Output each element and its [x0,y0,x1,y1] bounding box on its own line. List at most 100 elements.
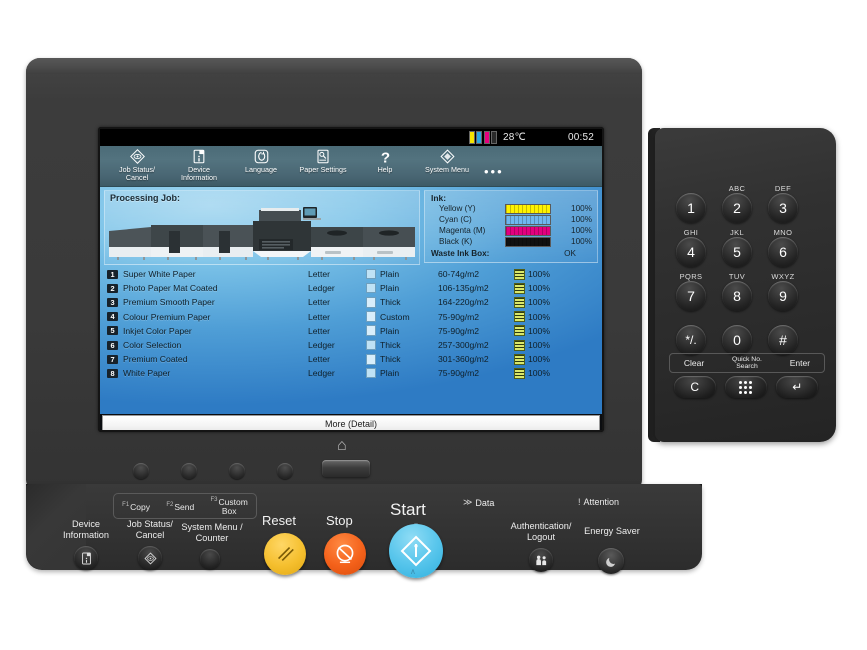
paper-type: Plain [380,269,400,280]
energy-saver-label: Energy Saver [584,526,640,536]
paper-level: 100% [528,340,550,351]
keypad-key-4[interactable]: GHI 4 [673,228,709,267]
keypad-key-8[interactable]: TUV 8 [719,272,755,311]
paper-name: Photo Paper Mat Coated [123,283,218,294]
toolbar-item-system-menu[interactable]: System Menu [416,146,478,174]
device-information-button[interactable] [74,546,98,570]
soft-key-4[interactable] [277,463,293,479]
keypad-key-0[interactable]: 0 [719,316,755,355]
soft-key-1[interactable] [133,463,149,479]
attention-indicator: ! Attention [578,497,620,507]
home-button[interactable] [322,460,370,477]
quick-no-search-label: Quick No. Search [732,355,762,370]
key-digit: 6 [768,237,798,267]
row-index: 5 [107,326,118,336]
start-button[interactable] [389,524,443,578]
enter-key[interactable]: ↵ [776,376,819,398]
paper-type-icon [366,340,376,351]
paper-type-icon [366,325,376,337]
ink-name: Cyan (C) [439,215,472,224]
paper-type-cell: Plain [366,325,438,337]
quick-search-grid-icon[interactable] [724,376,767,398]
paper-level-cell: 100% [514,268,550,280]
paper-name: White Paper [123,368,171,379]
keypad-key-7[interactable]: PQRS 7 [673,272,709,311]
toolbar-label: Job Status/ Cancel [119,165,155,183]
more-detail-button[interactable]: More (Detail) [102,415,600,430]
toolbar-item-paper-settings[interactable]: Paper Settings [292,146,354,174]
table-row[interactable]: 8 White Paper Ledger Plain 75-90g/m2 100… [104,366,598,380]
key-digit: 8 [722,281,752,311]
system-menu-counter-chin-label: System Menu / Counter [181,522,243,543]
paper-size: Ledger [308,283,335,294]
toolbar-item-language[interactable]: Language [230,146,292,174]
keypad-key-9[interactable]: WXYZ 9 [765,272,801,311]
paper-level: 100% [528,325,550,336]
screen-main-content: Processing Job: Ink: Yellow (Y) 100% Cya… [100,187,602,414]
table-row[interactable]: 6 Color Selection Ledger Thick 257-300g/… [104,338,598,352]
function-key-custom-box[interactable]: F3Custom Box [211,496,248,516]
table-row[interactable]: 2 Photo Paper Mat Coated Ledger Plain 10… [104,281,598,295]
paper-type: Thick [380,297,401,308]
table-row[interactable]: 1 Super White Paper Letter Plain 60-74g/… [104,267,598,281]
table-row[interactable]: 7 Premium Coated Letter Thick 301-360g/m… [104,352,598,366]
soft-key-3[interactable] [229,463,245,479]
row-index: 1 [107,269,118,279]
authentication-logout-button[interactable] [529,548,553,572]
toolbar-label: Language [245,165,277,174]
language-globe-icon [254,148,269,165]
key-letters: ABC [728,184,746,193]
system-menu-counter-button[interactable] [200,549,220,569]
toolbar-item-job-status[interactable]: Job Status/ Cancel [106,146,168,182]
job-status-cancel-button[interactable] [138,546,162,570]
toolbar-item-device-information[interactable]: Device Information [168,146,230,182]
soft-key-2[interactable] [181,463,197,479]
home-icon: ⌂ [337,437,347,454]
paper-weight: 301-360g/m2 [438,354,489,365]
energy-saver-button[interactable] [598,548,624,574]
top-toolbar: Job Status/ Cancel Device Information La… [100,146,602,187]
paper-size: Letter [308,297,330,308]
paper-level-icon [514,339,525,351]
paper-type: Plain [380,283,400,294]
keypad-bottom-keys: C ↵ [669,376,823,398]
toolbar-overflow-button[interactable]: ••• [484,164,504,179]
paper-name: Colour Premium Paper [123,311,211,322]
table-row[interactable]: 3 Premium Smooth Paper Letter Thick 164-… [104,295,598,309]
toolbar-item-help[interactable]: ? Help [354,146,416,174]
keypad-key-asterisk[interactable]: */. [673,316,709,355]
table-row[interactable]: 4 Colour Premium Paper Letter Custom 75-… [104,310,598,324]
toolbar-label: Help [377,165,393,174]
paper-weight: 257-300g/m2 [438,340,489,351]
keypad-key-3[interactable]: DEF 3 [765,184,801,223]
touchscreen[interactable]: 28℃ 00:52 Job Status/ Cancel Device Info… [100,129,602,430]
paper-type-icon [366,296,376,308]
data-arrows-icon: ≫ [463,497,473,507]
keypad-key-5[interactable]: JKL 5 [719,228,755,267]
table-row[interactable]: 5 Inkjet Color Paper Letter Plain 75-90g… [104,324,598,338]
waste-ink-box-row: Waste Ink Box: OK [431,248,592,259]
paper-type: Thick [380,340,401,351]
waste-ink-box-label: Waste Ink Box: [431,249,490,258]
stop-button[interactable] [324,533,366,575]
keypad-key-1[interactable]: 1 [673,184,709,223]
paper-type-cell: Plain [366,269,438,280]
toolbar-label: Device Information [181,165,217,183]
clear-key[interactable]: C [673,376,716,398]
ink-percent: 100% [571,237,592,246]
function-key-copy[interactable]: F1Copy [122,501,150,512]
keypad-key-hash[interactable]: # [765,316,801,355]
paper-name: Super White Paper [123,269,196,280]
key-letters [673,184,709,193]
paper-type-cell: Thick [366,353,438,365]
reset-label: Reset [262,513,296,528]
ink-level-bar-magenta [505,225,551,236]
keypad-key-6[interactable]: MNO 6 [765,228,801,267]
function-key-send[interactable]: F2Send [166,501,194,512]
keypad-key-2[interactable]: ABC 2 [719,184,755,223]
row-index: 7 [107,354,118,364]
ink-level-bar-cyan [505,214,551,225]
row-index: 3 [107,297,118,307]
reset-button[interactable] [264,533,306,575]
key-digit: 0 [722,325,752,355]
